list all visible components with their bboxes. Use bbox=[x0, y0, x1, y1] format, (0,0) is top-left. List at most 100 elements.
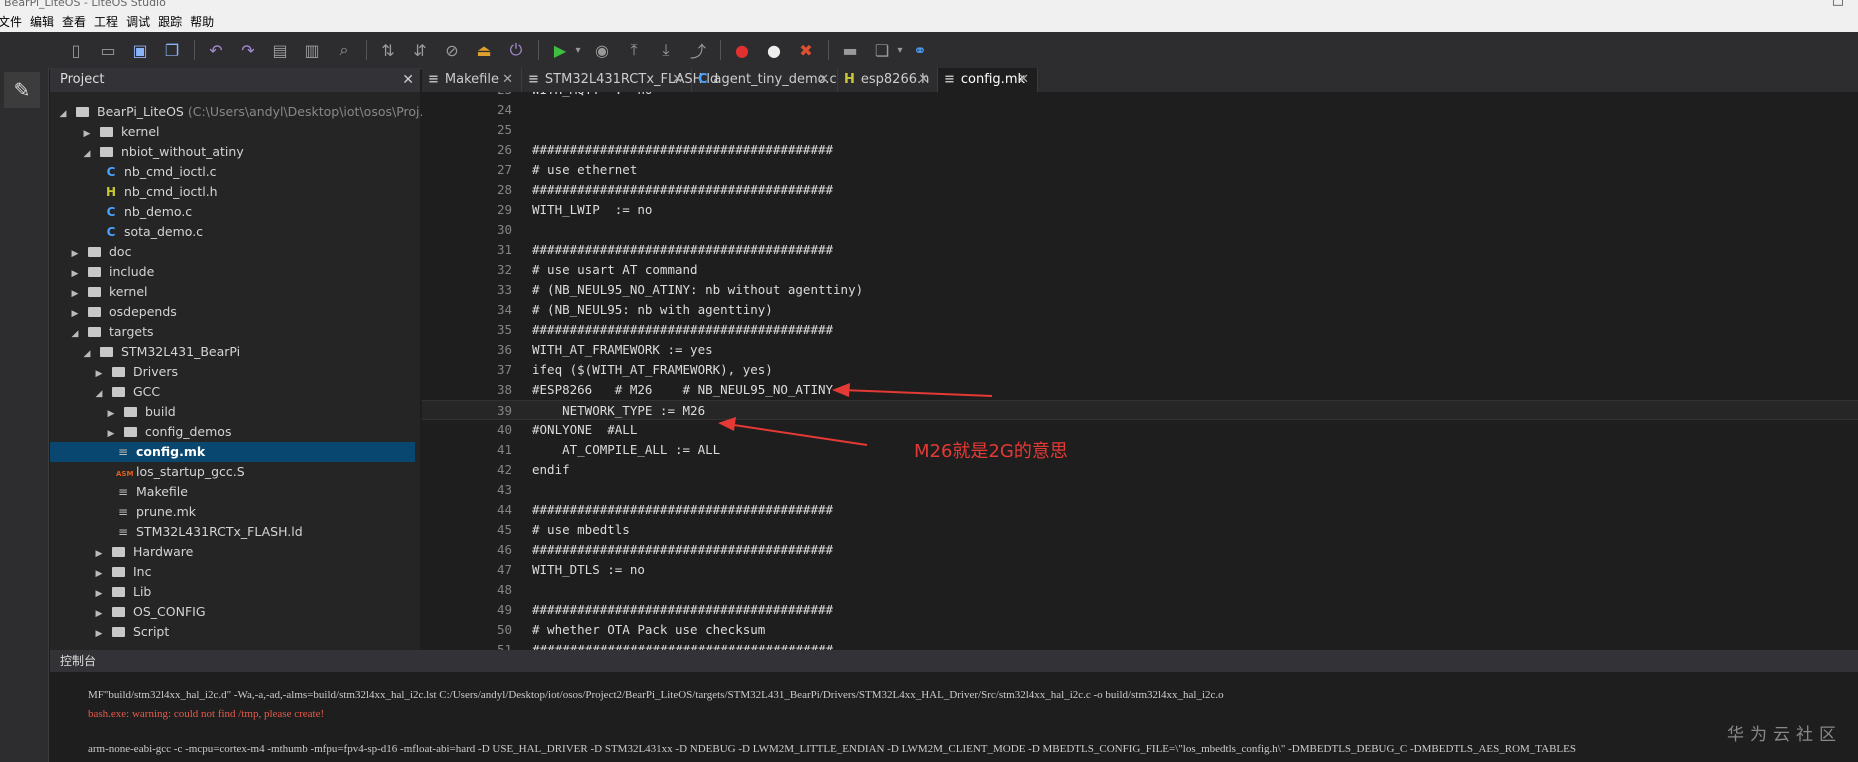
menu-trace[interactable]: 跟踪 bbox=[154, 12, 186, 32]
collapsed-arrow-icon[interactable]: ▶ bbox=[70, 264, 80, 284]
tree-folder[interactable]: ▶ osdepends bbox=[50, 302, 415, 322]
new-file-icon[interactable]: ▯ bbox=[64, 38, 88, 62]
window2-icon[interactable]: ▥ bbox=[300, 38, 324, 62]
tree-file[interactable]: ≡ config.mk bbox=[50, 442, 415, 462]
folder-icon bbox=[124, 407, 137, 417]
menu-project[interactable]: 工程 bbox=[90, 12, 122, 32]
breakpoint-red-icon[interactable]: ● bbox=[730, 38, 754, 62]
folder-icon bbox=[112, 607, 125, 617]
tree-file[interactable]: Cnb_demo.c bbox=[50, 202, 415, 222]
record-icon[interactable]: ◉ bbox=[590, 38, 614, 62]
build-icon[interactable]: ⇵ bbox=[408, 38, 432, 62]
tree-item-label: prune.mk bbox=[136, 504, 196, 519]
tree-folder[interactable]: ▶ Lib bbox=[50, 582, 415, 602]
tab-close-icon[interactable]: ✕ bbox=[918, 68, 929, 92]
run-dropdown-icon[interactable]: ▾ bbox=[566, 38, 590, 62]
tree-folder[interactable]: ◢ targets bbox=[50, 322, 415, 342]
tree-folder[interactable]: ▶ OS_CONFIG bbox=[50, 602, 415, 622]
collapsed-arrow-icon[interactable]: ▶ bbox=[106, 404, 116, 424]
compile-icon[interactable]: ⇅ bbox=[376, 38, 400, 62]
collapsed-arrow-icon[interactable]: ▶ bbox=[94, 604, 104, 624]
window-icon[interactable]: ▤ bbox=[268, 38, 292, 62]
tree-file[interactable]: Cnb_cmd_ioctl.c bbox=[50, 162, 415, 182]
menu-file[interactable]: 文件 bbox=[0, 12, 26, 32]
menu-view[interactable]: 查看 bbox=[58, 12, 90, 32]
editor-tab[interactable]: Cagent_tiny_demo.c ✕ bbox=[692, 68, 838, 92]
tree-file[interactable]: ≡ prune.mk bbox=[50, 502, 415, 522]
tree-folder[interactable]: ▶ Inc bbox=[50, 562, 415, 582]
step-over-icon[interactable]: ⤒ bbox=[622, 38, 646, 62]
expanded-arrow-icon[interactable]: ◢ bbox=[94, 384, 104, 404]
tree-file[interactable]: ≡ Makefile bbox=[50, 482, 415, 502]
tree-file[interactable]: Hnb_cmd_ioctl.h bbox=[50, 182, 415, 202]
redo-icon[interactable]: ↷ bbox=[236, 38, 260, 62]
expanded-arrow-icon[interactable]: ◢ bbox=[82, 344, 92, 364]
editor-tab[interactable]: Hesp8266.h ✕ bbox=[838, 68, 938, 92]
collapsed-arrow-icon[interactable]: ▶ bbox=[94, 364, 104, 384]
expanded-arrow-icon[interactable]: ◢ bbox=[82, 144, 92, 164]
tree-folder[interactable]: ▶ Script bbox=[50, 622, 415, 642]
tree-item-label: OS_CONFIG bbox=[133, 604, 206, 619]
folder-icon bbox=[100, 347, 113, 357]
save-icon[interactable]: ▣ bbox=[128, 38, 152, 62]
search-icon[interactable]: ⌕ bbox=[332, 38, 356, 62]
collapsed-arrow-icon[interactable]: ▶ bbox=[94, 624, 104, 644]
editor-tab[interactable]: ≡ STM32L431RCTx_FLASH.ld ✕ bbox=[522, 68, 718, 92]
tree-file[interactable]: Csota_demo.c bbox=[50, 222, 415, 242]
menu-edit[interactable]: 编辑 bbox=[26, 12, 58, 32]
collapsed-arrow-icon[interactable]: ▶ bbox=[70, 244, 80, 264]
collapsed-arrow-icon[interactable]: ▶ bbox=[94, 544, 104, 564]
tree-item-label: kernel bbox=[121, 124, 160, 139]
tree-folder[interactable]: ▶ Hardware bbox=[50, 542, 415, 562]
power-icon[interactable]: ⏻ bbox=[504, 38, 528, 62]
monitor-icon[interactable]: ▬ bbox=[838, 38, 862, 62]
tree-file[interactable]: ASM los_startup_gcc.S bbox=[50, 462, 415, 482]
tree-folder[interactable]: ◢ BearPi_LiteOS (C:\Users\andyl\Desktop\i… bbox=[50, 102, 432, 124]
collapsed-arrow-icon[interactable]: ▶ bbox=[82, 124, 92, 144]
collapsed-arrow-icon[interactable]: ▶ bbox=[106, 424, 116, 444]
menu-debug[interactable]: 调试 bbox=[122, 12, 154, 32]
tab-close-icon[interactable]: ✕ bbox=[818, 68, 829, 92]
open-folder-icon[interactable]: ▭ bbox=[96, 38, 120, 62]
undo-icon[interactable]: ↶ bbox=[204, 38, 228, 62]
annotation-arrowhead-2 bbox=[718, 417, 736, 431]
tree-folder[interactable]: ▶ kernel bbox=[50, 122, 415, 142]
editor-tab[interactable]: ≡ config.mk ✕ bbox=[938, 68, 1038, 92]
stop-icon[interactable]: ⊘ bbox=[440, 38, 464, 62]
burn-icon[interactable]: ⏏ bbox=[472, 38, 496, 62]
menu-help[interactable]: 帮助 bbox=[186, 12, 218, 32]
folder-icon bbox=[88, 307, 101, 317]
step-out-icon[interactable]: ⤴ bbox=[686, 38, 710, 62]
tree-folder[interactable]: ▶ build bbox=[50, 402, 415, 422]
collapsed-arrow-icon[interactable]: ▶ bbox=[70, 284, 80, 304]
tree-folder[interactable]: ▶ kernel bbox=[50, 282, 415, 302]
tree-file[interactable]: ≡ STM32L431RCTx_FLASH.ld bbox=[50, 522, 415, 542]
close-icon[interactable]: ✕ bbox=[402, 68, 414, 92]
expanded-arrow-icon[interactable]: ◢ bbox=[70, 324, 80, 344]
tree-folder[interactable]: ▶ include bbox=[50, 262, 415, 282]
code-editor[interactable]: 51 ######################################… bbox=[422, 92, 1858, 650]
tree-folder[interactable]: ◢ STM32L431_BearPi bbox=[50, 342, 415, 362]
tree-folder[interactable]: ▶ config_demos bbox=[50, 422, 415, 442]
tab-close-icon[interactable]: ✕ bbox=[1018, 68, 1029, 92]
link-icon[interactable]: ⚭ bbox=[908, 38, 932, 62]
window-close-icon[interactable]: □ bbox=[1832, 0, 1844, 7]
text-file-icon: ≡ bbox=[117, 505, 129, 519]
tree-folder[interactable]: ▶ Drivers bbox=[50, 362, 415, 382]
step-into-icon[interactable]: ⤓ bbox=[654, 38, 678, 62]
tree-folder[interactable]: ▶ doc bbox=[50, 242, 415, 262]
tab-close-icon[interactable]: ✕ bbox=[672, 68, 683, 92]
remove-breakpoint-icon[interactable]: ✖ bbox=[794, 38, 818, 62]
breakpoint-white-icon[interactable]: ● bbox=[762, 38, 786, 62]
collapsed-arrow-icon[interactable]: ▶ bbox=[70, 304, 80, 324]
collapsed-arrow-icon[interactable]: ▶ bbox=[94, 564, 104, 584]
tree-folder[interactable]: ◢ GCC bbox=[50, 382, 415, 402]
save-all-icon[interactable]: ❐ bbox=[160, 38, 184, 62]
tab-close-icon[interactable]: ✕ bbox=[502, 68, 513, 92]
project-explorer-icon[interactable]: ✎ bbox=[4, 72, 40, 108]
folder-icon bbox=[100, 127, 113, 137]
tree-folder[interactable]: ◢ nbiot_without_atiny bbox=[50, 142, 415, 162]
editor-tab[interactable]: ≡ Makefile ✕ bbox=[422, 68, 522, 92]
expanded-arrow-icon[interactable]: ◢ bbox=[58, 104, 68, 124]
collapsed-arrow-icon[interactable]: ▶ bbox=[94, 584, 104, 604]
